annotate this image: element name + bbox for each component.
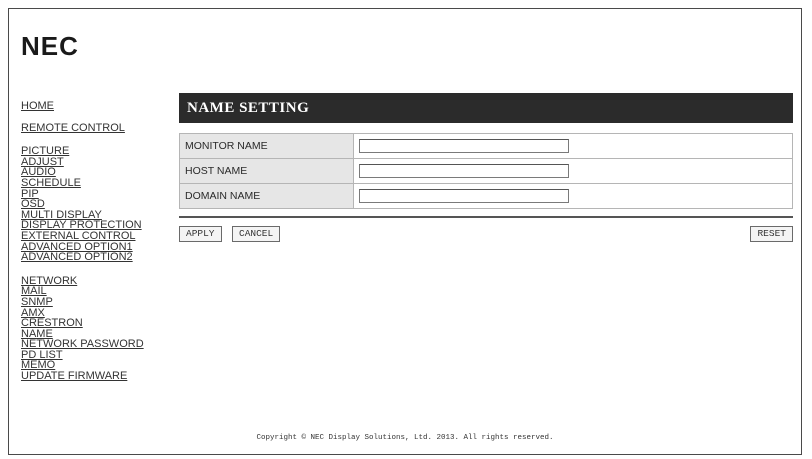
nav-remote-control[interactable]: REMOTE CONTROL	[21, 122, 171, 134]
monitor-name-label: MONITOR NAME	[179, 133, 354, 159]
nec-logo: NEC	[21, 31, 79, 61]
table-row: MONITOR NAME	[179, 133, 793, 159]
nav-advanced-option2[interactable]: ADVANCED OPTION2	[21, 252, 171, 263]
copyright-footer: Copyright © NEC Display Solutions, Ltd. …	[256, 434, 554, 442]
nav-home[interactable]: HOME	[21, 101, 171, 112]
apply-button[interactable]: APPLY	[179, 226, 222, 242]
name-setting-panel: NAME SETTING MONITOR NAME HOST NAME DOMA…	[179, 93, 793, 244]
nav-external-control[interactable]: EXTERNAL CONTROL	[21, 231, 171, 242]
domain-name-input[interactable]	[359, 189, 569, 203]
table-row: HOST NAME	[179, 158, 793, 184]
name-settings-table: MONITOR NAME HOST NAME DOMAIN NAME	[179, 133, 793, 209]
nav-snmp[interactable]: SNMP	[21, 297, 171, 308]
nav-schedule[interactable]: SCHEDULE	[21, 178, 171, 189]
cancel-button[interactable]: CANCEL	[232, 226, 281, 242]
host-name-cell	[353, 158, 793, 184]
table-row: DOMAIN NAME	[179, 183, 793, 209]
page-frame: NEC HOME REMOTE CONTROL PICTURE ADJUST A…	[8, 8, 802, 455]
page-title: NAME SETTING	[179, 93, 793, 123]
monitor-name-cell	[353, 133, 793, 159]
divider	[179, 216, 793, 218]
sidebar-nav: HOME REMOTE CONTROL PICTURE ADJUST AUDIO…	[21, 101, 171, 382]
reset-button[interactable]: RESET	[750, 226, 793, 242]
monitor-name-input[interactable]	[359, 139, 569, 153]
host-name-input[interactable]	[359, 164, 569, 178]
domain-name-label: DOMAIN NAME	[179, 183, 354, 209]
host-name-label: HOST NAME	[179, 158, 354, 184]
button-row: APPLY CANCEL RESET	[179, 226, 793, 244]
domain-name-cell	[353, 183, 793, 209]
nav-update-firmware[interactable]: UPDATE FIRMWARE	[21, 371, 171, 382]
